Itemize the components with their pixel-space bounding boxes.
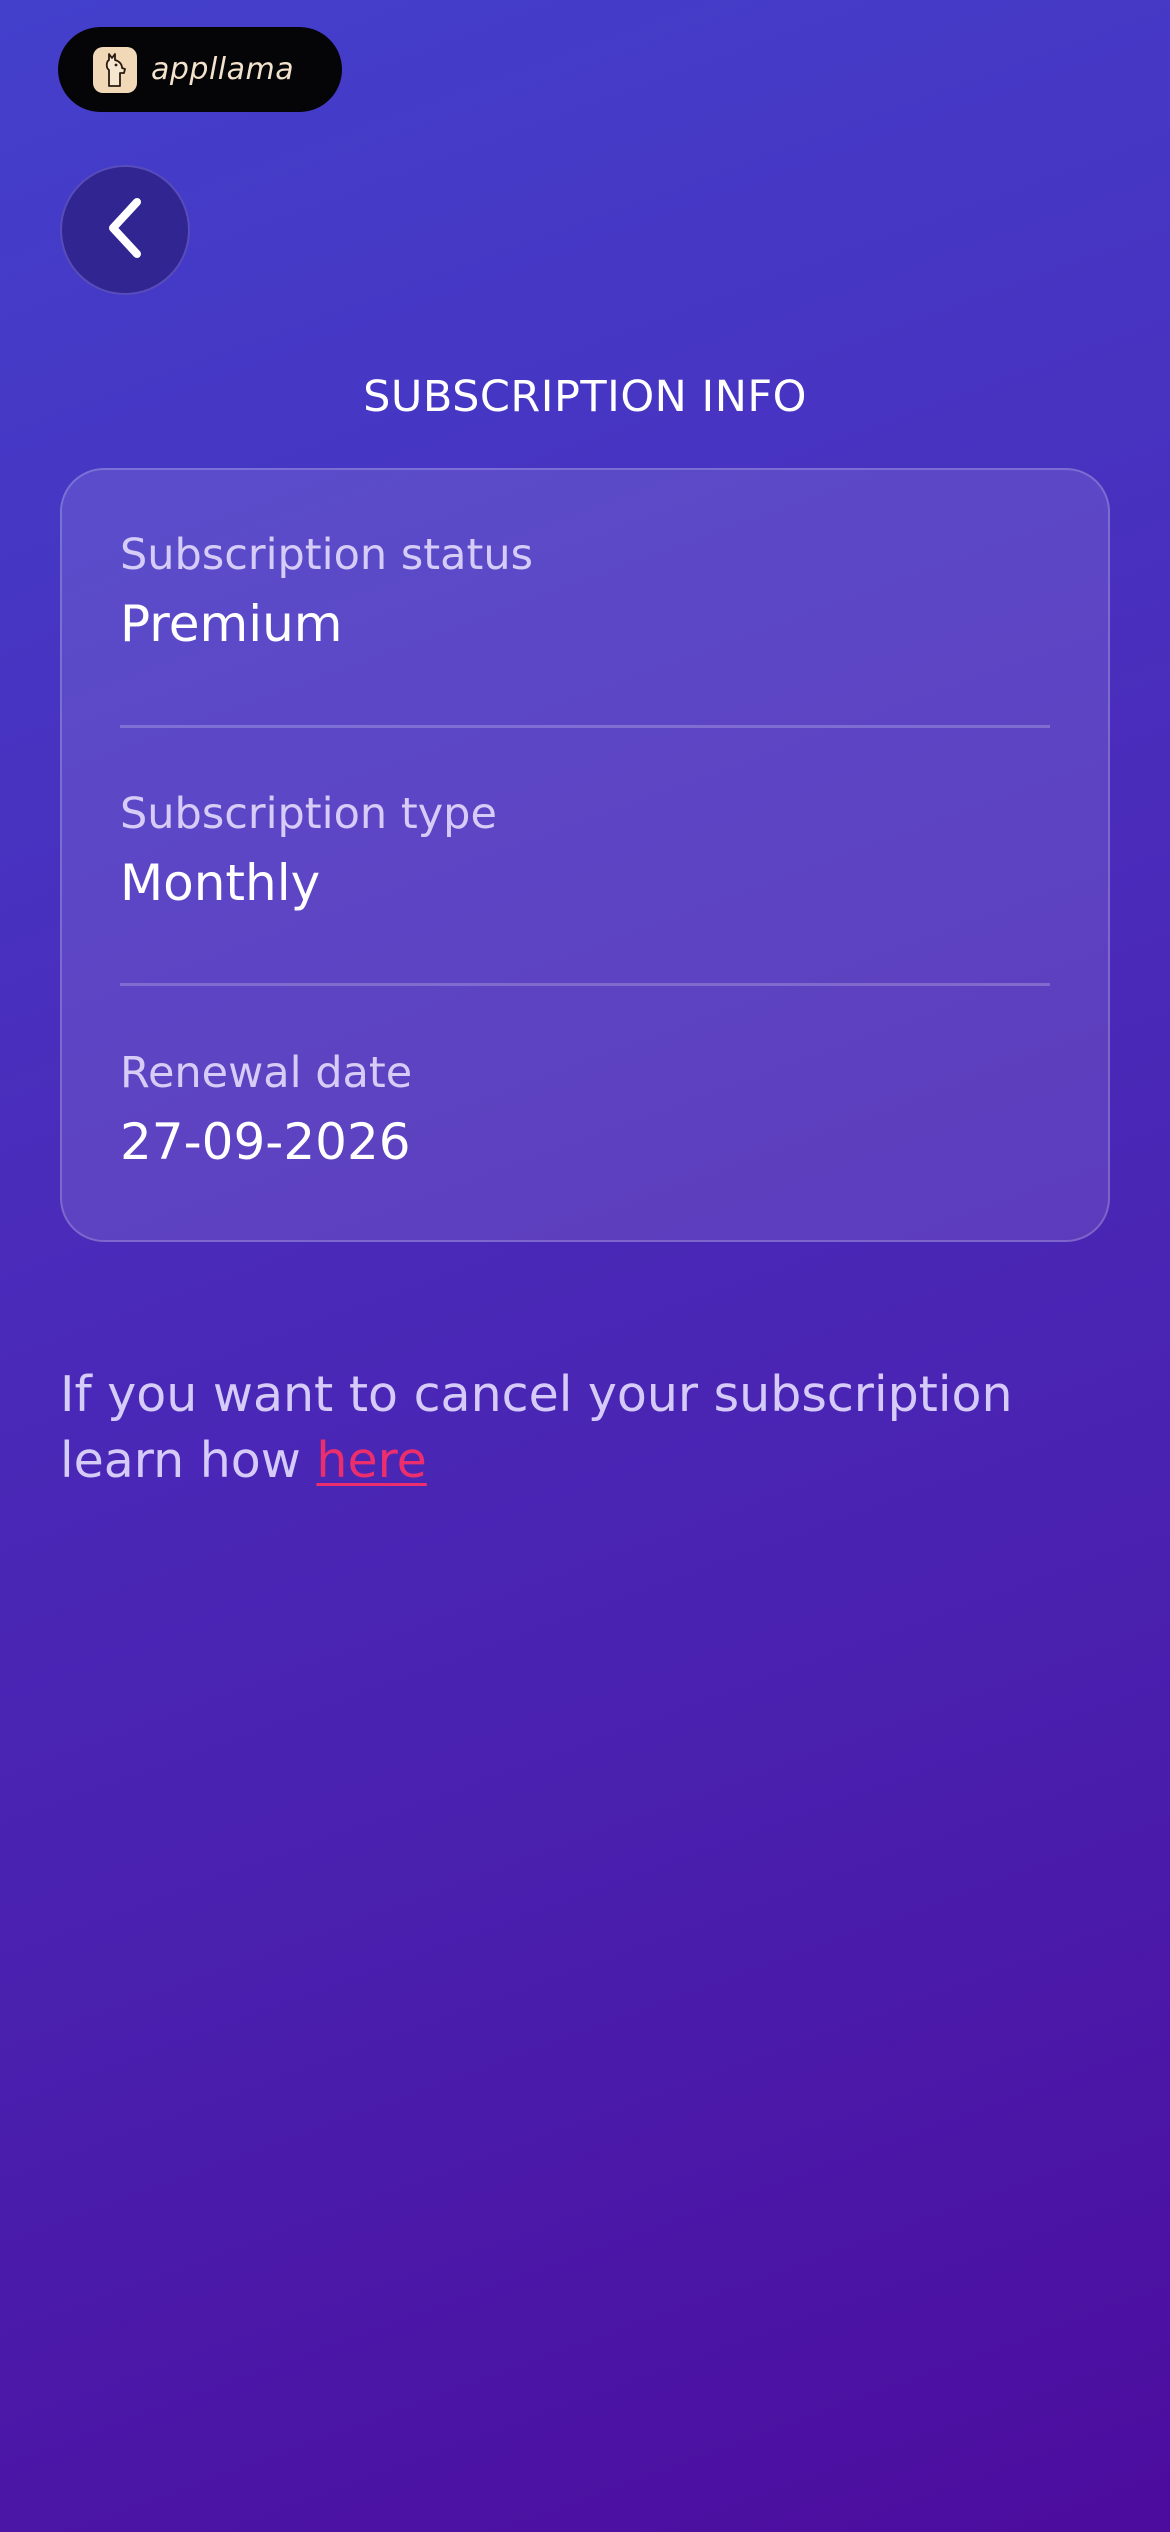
subscription-status-row: Subscription status Premium	[120, 530, 1050, 653]
cancel-instructions-text: If you want to cancel your subscription …	[60, 1366, 1013, 1489]
subscription-type-label: Subscription type	[120, 789, 497, 839]
back-button[interactable]	[60, 165, 190, 295]
divider	[120, 983, 1050, 986]
chevron-left-icon	[103, 196, 147, 264]
divider	[120, 725, 1050, 728]
app-badge: appllama	[58, 27, 342, 112]
subscription-status-value: Premium	[120, 595, 343, 653]
page-title: SUBSCRIPTION INFO	[363, 372, 807, 422]
subscription-info-card: Subscription status Premium Subscription…	[60, 468, 1110, 1242]
renewal-date-label: Renewal date	[120, 1048, 413, 1098]
llama-icon	[93, 46, 137, 93]
renewal-date-value: 27-09-2026	[120, 1113, 411, 1171]
cancel-help-link[interactable]: here	[316, 1432, 426, 1489]
cancel-instructions: If you want to cancel your subscription …	[60, 1362, 1120, 1494]
subscription-status-label: Subscription status	[120, 530, 533, 580]
app-name: appllama	[151, 52, 295, 87]
renewal-date-row: Renewal date 27-09-2026	[120, 1048, 1050, 1171]
subscription-type-value: Monthly	[120, 854, 321, 912]
subscription-type-row: Subscription type Monthly	[120, 789, 1050, 912]
